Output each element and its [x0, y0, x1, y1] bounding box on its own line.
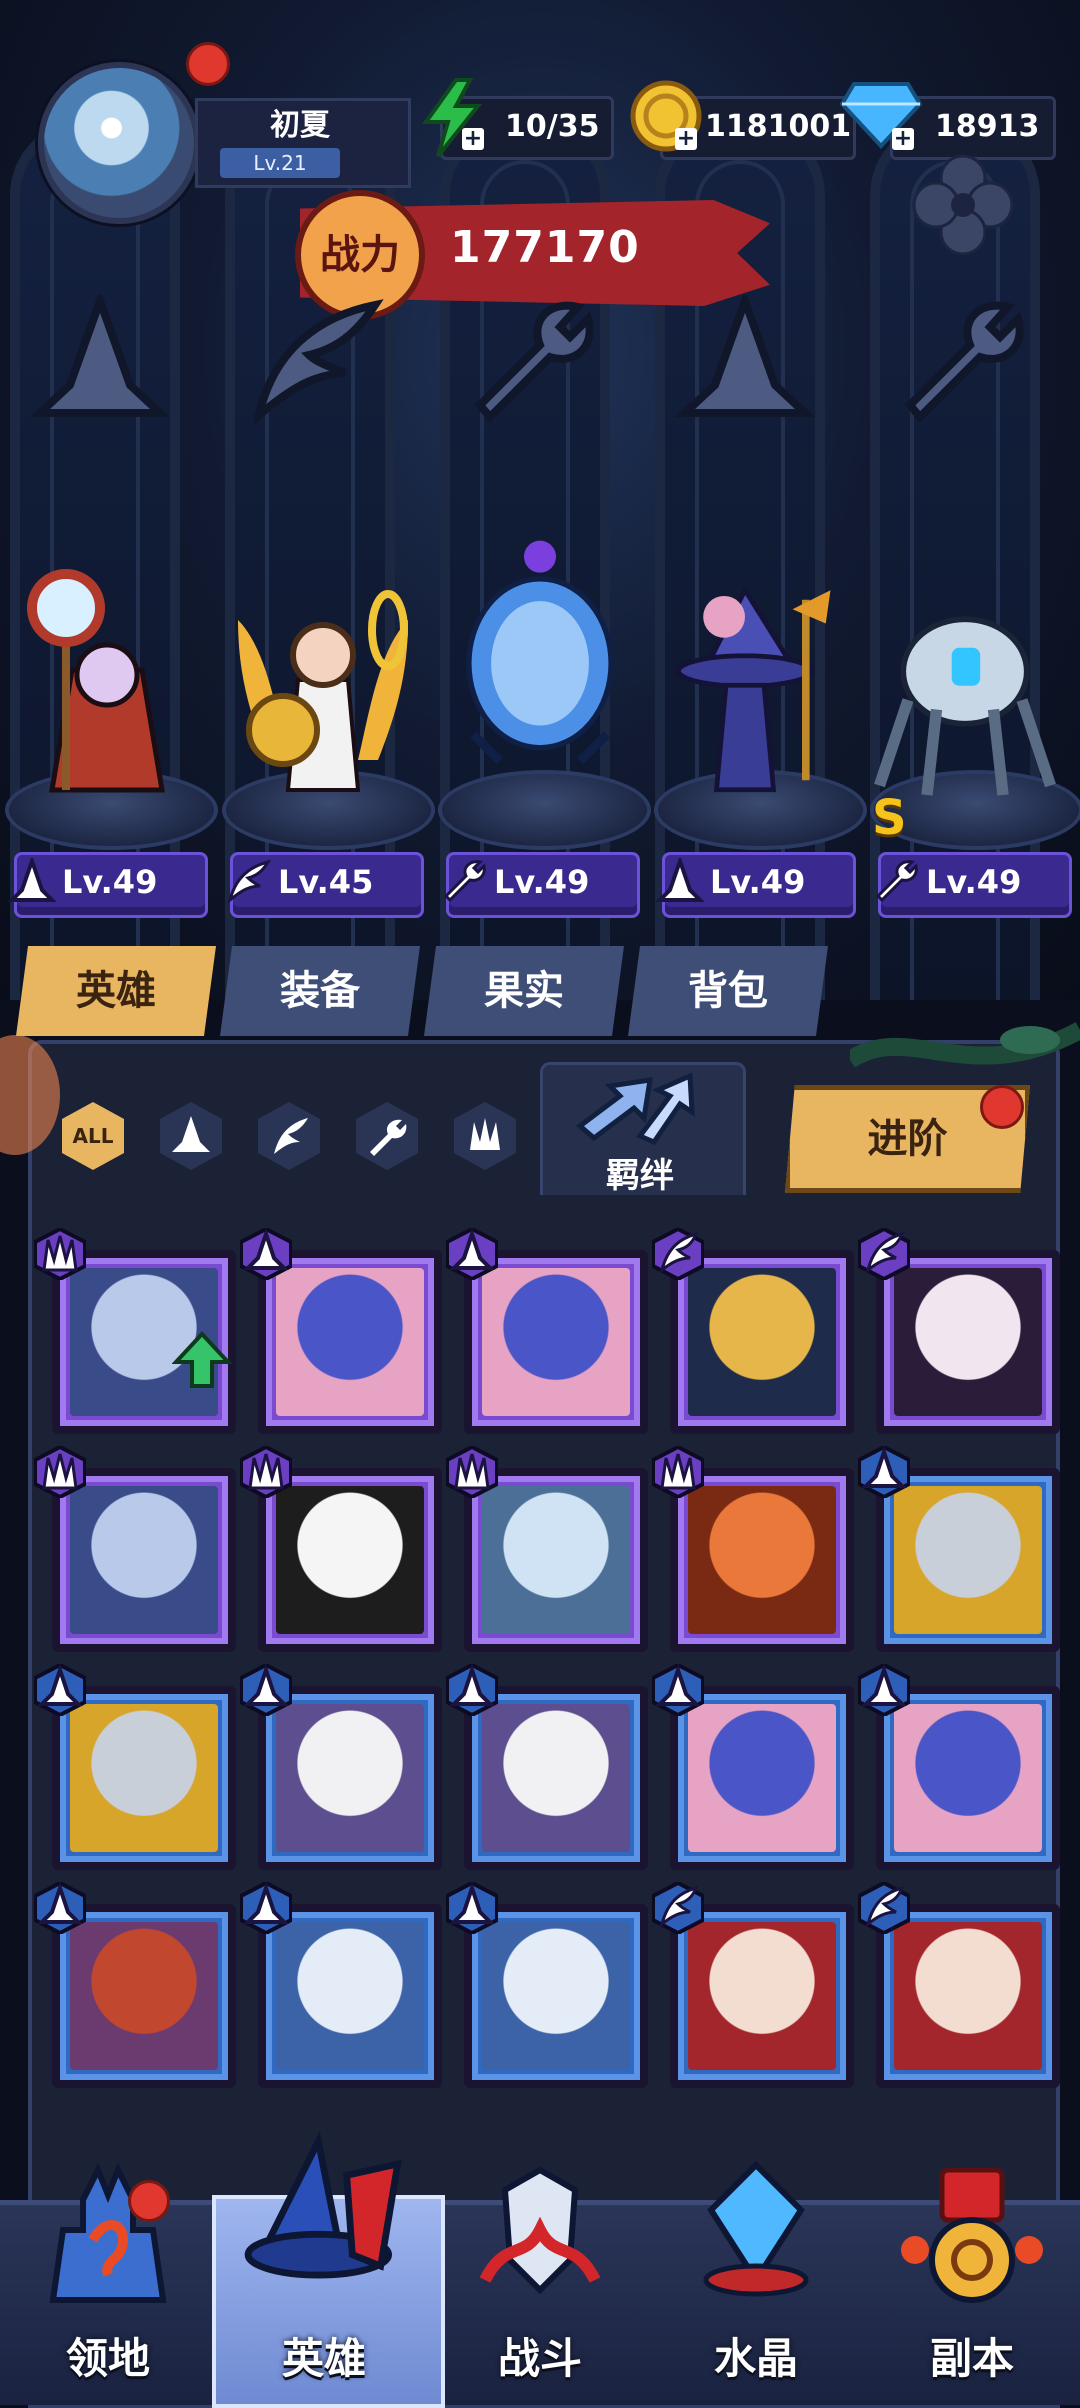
bond-arrows-icon	[576, 1072, 695, 1146]
wing-icon	[227, 859, 272, 905]
player-name: 初夏	[270, 108, 330, 143]
tab-equipment[interactable]: 装备	[220, 946, 420, 1036]
mage-hat-icon	[8, 858, 56, 902]
hero-portrait	[276, 1268, 424, 1416]
mage-hat-icon	[652, 1664, 704, 1716]
mage-hat-icon	[656, 858, 704, 902]
hero-portrait	[688, 1922, 836, 2070]
hero-portrait	[894, 1922, 1042, 2070]
hero-robot-walker[interactable]	[870, 580, 1060, 820]
wing-icon	[652, 1228, 704, 1280]
nav-label: 战斗	[497, 2334, 582, 2383]
wing-icon	[858, 1882, 910, 1934]
nav-territory[interactable]: 领地	[0, 2162, 216, 2400]
mage-hat-icon	[446, 1882, 498, 1934]
notification-dot	[980, 1085, 1024, 1129]
hero-portrait	[276, 1704, 424, 1852]
clover-icon[interactable]	[908, 150, 1018, 260]
nav-label: 副本	[929, 2334, 1014, 2383]
player-level: Lv.21	[220, 148, 340, 178]
add-diamond-button[interactable]: +	[892, 128, 914, 150]
hero-portrait	[894, 1486, 1042, 1634]
mage-hat-icon	[858, 1446, 910, 1498]
bond-label: 羁绊	[606, 1156, 674, 1196]
tab-heroes[interactable]: 英雄	[16, 946, 216, 1036]
power-value: 177170	[450, 222, 640, 273]
diamond-value: 18913	[935, 109, 1040, 144]
hero-portrait	[276, 1486, 424, 1634]
wing-icon	[652, 1882, 704, 1934]
mage-hat-icon	[34, 1882, 86, 1934]
add-gold-button[interactable]: +	[675, 128, 697, 150]
wing-icon	[858, 1228, 910, 1280]
tab-fruits[interactable]: 果实	[424, 946, 624, 1036]
player-avatar[interactable]	[38, 62, 200, 224]
mage-hat-icon	[30, 295, 170, 417]
hero-eye-staff-mage[interactable]	[12, 560, 202, 800]
hero-level: Lv.45	[278, 863, 374, 901]
notification-dot	[186, 42, 230, 86]
nav-heroes[interactable]: 英雄	[216, 2130, 432, 2400]
hero-portrait	[894, 1268, 1042, 1416]
wrench-icon	[904, 301, 1024, 423]
hero-portrait	[70, 1486, 218, 1634]
crystal-icon	[703, 2160, 809, 2297]
wrench-icon	[443, 860, 486, 903]
wizard-hat-icon	[244, 2130, 402, 2279]
hero-brain-wizard[interactable]	[650, 570, 840, 810]
notification-dot	[128, 2180, 170, 2222]
sword-shield-icon	[479, 2166, 601, 2295]
mage-hat-icon	[240, 1882, 292, 1934]
nav-battle[interactable]: 战斗	[432, 2166, 648, 2400]
fortune-lantern-icon	[901, 2167, 1043, 2303]
hero-portrait	[688, 1704, 836, 1852]
add-stamina-button[interactable]: +	[462, 128, 484, 150]
nav-dungeon[interactable]: 副本	[864, 2167, 1080, 2400]
hero-portrait	[688, 1486, 836, 1634]
hero-level: Lv.49	[494, 863, 590, 901]
claw-icon	[652, 1446, 704, 1498]
mage-hat-icon	[446, 1228, 498, 1280]
hero-portrait	[276, 1922, 424, 2070]
claw-icon	[34, 1446, 86, 1498]
nav-crystal[interactable]: 水晶	[648, 2160, 864, 2400]
hero-portrait	[482, 1486, 630, 1634]
nav-label: 英雄	[281, 2334, 366, 2383]
mage-hat-icon	[240, 1664, 292, 1716]
mage-hat-icon	[446, 1664, 498, 1716]
hero-winged-goddess[interactable]	[228, 560, 418, 800]
hero-portrait	[482, 1922, 630, 2070]
claw-icon	[240, 1446, 292, 1498]
mage-hat-icon	[240, 1228, 292, 1280]
claw-icon	[446, 1446, 498, 1498]
mage-hat-icon	[858, 1664, 910, 1716]
hero-portrait	[482, 1704, 630, 1852]
hero-portrait	[482, 1268, 630, 1416]
stamina-value: 10/35	[505, 109, 600, 144]
hero-level: Lv.49	[926, 863, 1022, 901]
nav-label: 领地	[65, 2334, 150, 2383]
hero-brain-jar-mech[interactable]	[445, 530, 635, 770]
nav-label: 水晶	[713, 2334, 798, 2383]
rank-s-badge: S	[872, 790, 907, 846]
claw-icon	[34, 1228, 86, 1280]
hero-portrait	[70, 1922, 218, 2070]
gold-value: 1181001	[705, 109, 852, 144]
hero-portrait	[688, 1268, 836, 1416]
tab-backpack[interactable]: 背包	[628, 946, 828, 1036]
hero-level: Lv.49	[62, 863, 158, 901]
mage-hat-icon	[675, 295, 815, 417]
wrench-icon	[474, 301, 594, 423]
wrench-icon	[875, 860, 918, 903]
hero-portrait	[70, 1704, 218, 1852]
mage-hat-icon	[34, 1664, 86, 1716]
hero-portrait	[894, 1704, 1042, 1852]
upgrade-arrow-icon	[172, 1331, 232, 1388]
wing-icon	[252, 299, 384, 425]
hero-pedestal	[438, 770, 651, 850]
hero-level: Lv.49	[710, 863, 806, 901]
